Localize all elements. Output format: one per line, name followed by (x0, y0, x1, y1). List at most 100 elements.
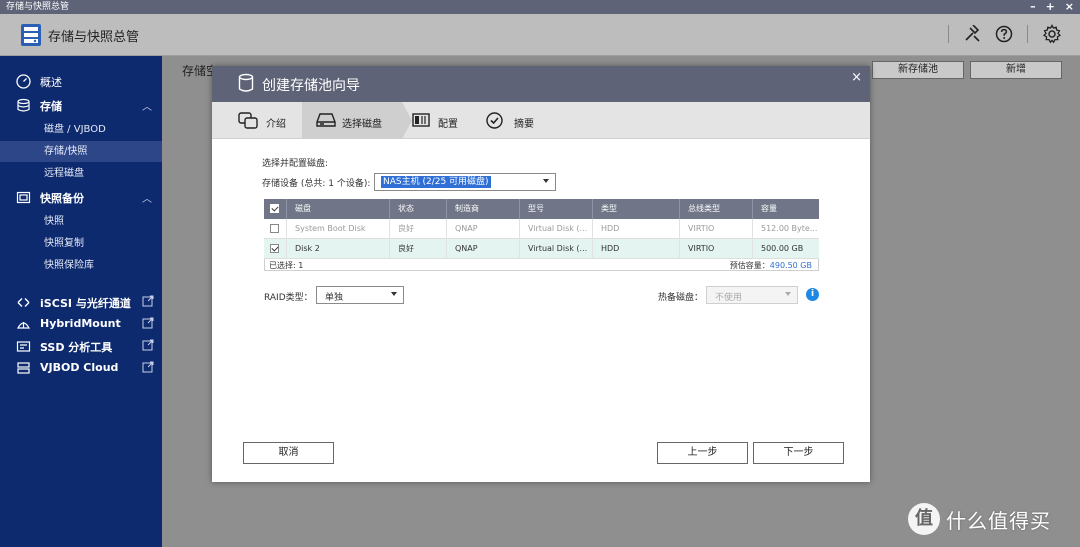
step-configure: 配置 (412, 102, 482, 139)
sidebar-item-vjbod-cloud[interactable]: VJBOD Cloud (0, 357, 162, 379)
snapshot-backup-icon (16, 191, 31, 204)
sidebar-item-snapshot-backup[interactable]: 快照备份 ︿ (0, 186, 162, 208)
column-header[interactable]: 状态 (389, 199, 446, 219)
table-footer: 已选择: 1 预估容量：490.50 GB (264, 259, 819, 271)
info-icon[interactable]: i (806, 288, 819, 301)
section-title: 选择并配置磁盘: (262, 159, 329, 169)
storage-device-value: NAS主机 (2/25 可用磁盘) (381, 176, 491, 188)
config-step-icon (412, 113, 430, 127)
sidebar-item-snapshot-replica[interactable]: 快照复制 (0, 233, 162, 254)
cell-type: HDD (592, 219, 679, 239)
app-title: 存储与快照总管 (48, 30, 140, 45)
column-header[interactable]: 制造商 (446, 199, 519, 219)
row-checkbox[interactable] (270, 244, 279, 253)
cell-capacity: 512.00 Byte... (752, 219, 819, 239)
column-header[interactable]: 总线类型 (679, 199, 752, 219)
cell-status: 良好 (389, 219, 446, 239)
storage-app-icon (21, 24, 41, 46)
sidebar-item-storage[interactable]: 存储 ︿ (0, 94, 162, 116)
wizard-steps: 介绍 选择磁盘 配置 摘要 (212, 102, 870, 139)
dropdown-caret-icon (785, 292, 791, 296)
step-label: 介绍 (266, 119, 286, 130)
tools-icon[interactable] (963, 25, 981, 43)
maximize-button[interactable]: + (1046, 0, 1055, 14)
ssd-icon (16, 341, 31, 352)
dropdown-caret-icon (391, 292, 397, 296)
table-row[interactable]: Disk 2 良好 QNAP Virtual Disk (... HDD VIR… (264, 239, 819, 259)
chevron-up-icon[interactable]: ︿ (142, 98, 152, 113)
sidebar-item-storage-snapshots[interactable]: 存储/快照 (0, 141, 162, 162)
disk-drive-icon (316, 113, 336, 127)
table-header: 磁盘 状态 制造商 型号 类型 总线类型 容量 (264, 199, 819, 219)
external-link-icon[interactable] (142, 361, 154, 373)
watermark: 值 什么值得买 (908, 502, 1051, 536)
step-summary: 摘要 (486, 102, 556, 139)
cell-bus: VIRTIO (679, 219, 752, 239)
next-button[interactable]: 下一步 (753, 442, 844, 464)
sidebar-item-label: 存储 (40, 100, 62, 113)
column-header[interactable]: 磁盘 (286, 199, 389, 219)
iscsi-icon (17, 298, 30, 307)
external-link-icon[interactable] (142, 339, 154, 351)
storage-device-select[interactable]: NAS主机 (2/25 可用磁盘) (374, 173, 556, 191)
add-button[interactable]: 新增 (970, 61, 1062, 79)
cell-status: 良好 (389, 239, 446, 259)
chevron-up-icon[interactable]: ︿ (142, 190, 152, 205)
dashboard-gauge-icon (16, 74, 31, 89)
cancel-button[interactable]: 取消 (243, 442, 334, 464)
sidebar: 概述 存储 ︿ 磁盘 / VJBOD 存储/快照 远程磁盘 快照备份 ︿ 快照 … (0, 56, 162, 547)
dialog-header: 创建存储池向导 × (212, 66, 870, 102)
settings-gear-icon[interactable] (1042, 24, 1062, 44)
cloud-storage-icon (17, 362, 30, 374)
raid-type-label: RAID类型： (264, 293, 313, 303)
sidebar-item-snapshot[interactable]: 快照 (0, 211, 162, 232)
cell-model: Virtual Disk (... (519, 239, 592, 259)
external-link-icon[interactable] (142, 317, 154, 329)
sidebar-item-remote-disk[interactable]: 远程磁盘 (0, 163, 162, 184)
dialog-close-icon[interactable]: × (851, 70, 862, 85)
sidebar-item-label: iSCSI 与光纤通道 (40, 297, 131, 310)
hot-spare-select[interactable]: 不使用 (706, 286, 798, 304)
cell-disk: Disk 2 (286, 239, 389, 259)
cell-vendor: QNAP (446, 239, 519, 259)
close-button[interactable]: × (1065, 0, 1074, 14)
sidebar-item-hybridmount[interactable]: HybridMount (0, 313, 162, 335)
check-circle-icon (486, 112, 503, 129)
external-link-icon[interactable] (142, 295, 154, 307)
sidebar-item-snapshot-vault[interactable]: 快照保险库 (0, 255, 162, 276)
sidebar-item-overview[interactable]: 概述 (0, 70, 162, 92)
sidebar-item-iscsi[interactable]: iSCSI 与光纤通道 (0, 291, 162, 313)
step-select-disks: 选择磁盘 (302, 102, 402, 139)
column-header[interactable]: 型号 (519, 199, 592, 219)
sidebar-item-disks-vjbod[interactable]: 磁盘 / VJBOD (0, 119, 162, 140)
header-select-all[interactable] (264, 199, 286, 219)
select-all-checkbox[interactable] (270, 204, 279, 213)
dialog-title: 创建存储池向导 (262, 78, 360, 94)
row-checkbox[interactable] (270, 224, 279, 233)
table-row[interactable]: System Boot Disk 良好 QNAP Virtual Disk (.… (264, 219, 819, 239)
raid-type-select[interactable]: 单独 (316, 286, 404, 304)
new-storage-pool-button[interactable]: 新存储池 (872, 61, 964, 79)
capacity-value: 490.50 GB (769, 261, 812, 270)
disk-table: 磁盘 状态 制造商 型号 类型 总线类型 容量 System Boot Disk… (264, 199, 819, 271)
sidebar-item-ssd-profiling[interactable]: SSD 分析工具 (0, 335, 162, 357)
dropdown-caret-icon (543, 179, 549, 183)
previous-button[interactable]: 上一步 (657, 442, 748, 464)
cell-capacity: 500.00 GB (752, 239, 819, 259)
cell-vendor: QNAP (446, 219, 519, 239)
database-icon (17, 98, 30, 112)
minimize-button[interactable]: – (1030, 0, 1036, 14)
window-titlebar: 存储与快照总管 – + × (0, 0, 1080, 14)
capacity-label: 预估容量： (729, 261, 770, 270)
window-title: 存储与快照总管 (6, 2, 70, 12)
column-header[interactable]: 类型 (592, 199, 679, 219)
create-storage-pool-wizard: 创建存储池向导 × 介绍 选择磁盘 配置 摘要 选择并配置磁盘: 存储设备 (总… (212, 66, 870, 482)
app-header: 存储与快照总管 (0, 14, 1080, 56)
watermark-logo-icon: 值 (908, 503, 940, 535)
raid-type-value: 单独 (325, 293, 344, 303)
selected-count: 已选择: 1 (269, 261, 304, 270)
estimated-capacity: 预估容量：490.50 GB (730, 260, 812, 271)
help-icon[interactable] (995, 25, 1013, 43)
sidebar-item-label: 概述 (40, 76, 62, 89)
column-header[interactable]: 容量 (752, 199, 819, 219)
